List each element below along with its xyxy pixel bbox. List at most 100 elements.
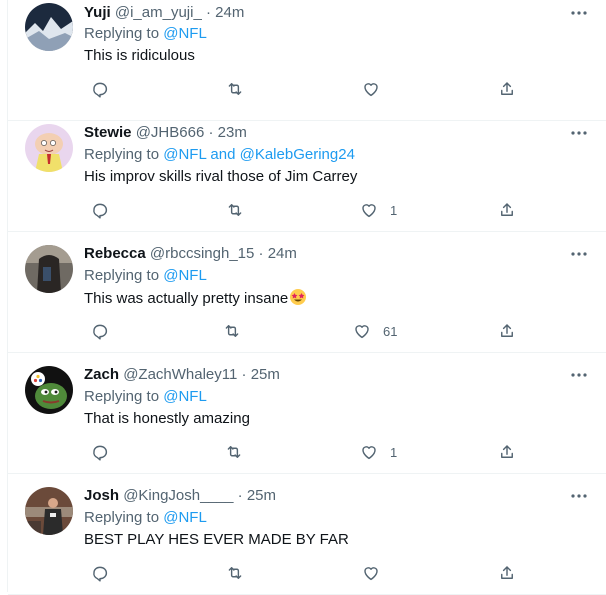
replying-to: Replying to @NFL and @KalebGering24 xyxy=(84,145,355,165)
more-icon[interactable] xyxy=(569,486,589,506)
like-count: 1 xyxy=(390,202,398,218)
avatar[interactable] xyxy=(25,245,73,293)
reply-icon xyxy=(93,203,108,219)
like-button[interactable] xyxy=(362,79,392,99)
retweet-icon xyxy=(228,204,242,216)
reply-tweet[interactable]: Yuji @i_am_yuji_ · 24m Replying to @NFL … xyxy=(8,0,606,121)
mention-link[interactable]: @NFL xyxy=(163,267,207,284)
reply-tweet[interactable]: Rebecca @rbccsingh_15 · 24m Replying to … xyxy=(8,232,606,353)
tweet-header: Yuji @i_am_yuji_ · 24m xyxy=(84,3,244,23)
star-struck-emoji-icon xyxy=(289,288,307,306)
like-count: 1 xyxy=(390,444,398,460)
avatar[interactable] xyxy=(25,366,73,414)
reply-button[interactable] xyxy=(91,200,109,220)
retweet-button[interactable] xyxy=(226,79,244,99)
share-button[interactable] xyxy=(498,200,516,220)
timestamp[interactable]: 24m xyxy=(268,245,297,262)
retweet-button[interactable] xyxy=(225,442,243,462)
user-handle[interactable]: @JHB666 xyxy=(136,124,205,141)
replying-to-label: Replying to xyxy=(84,146,160,163)
reply-icon xyxy=(93,324,108,340)
replying-to-label: Replying to xyxy=(84,25,160,42)
tweet-text: This is ridiculous xyxy=(84,47,195,64)
share-button[interactable] xyxy=(498,563,516,583)
share-icon xyxy=(501,82,513,95)
reply-button[interactable] xyxy=(91,563,109,583)
replying-to: Replying to @NFL xyxy=(84,24,207,44)
mention-link[interactable]: @NFL xyxy=(163,509,207,526)
share-icon xyxy=(501,203,513,216)
display-name[interactable]: Stewie xyxy=(84,124,132,141)
display-name[interactable]: Yuji xyxy=(84,4,111,21)
user-handle[interactable]: @KingJosh____ xyxy=(123,487,233,504)
share-icon xyxy=(501,324,513,337)
reply-button[interactable] xyxy=(91,442,109,462)
user-handle[interactable]: @i_am_yuji_ xyxy=(115,4,202,21)
retweet-button[interactable] xyxy=(226,563,244,583)
tweet-header: Stewie @JHB666 · 23m xyxy=(84,123,247,143)
user-handle[interactable]: @rbccsingh_15 xyxy=(150,245,254,262)
retweet-icon xyxy=(225,325,239,337)
reply-feed: Yuji @i_am_yuji_ · 24m Replying to @NFL … xyxy=(7,0,606,595)
reply-tweet[interactable]: Josh @KingJosh____ · 25m Replying to @NF… xyxy=(8,474,606,595)
share-icon xyxy=(501,566,513,579)
tweet-text: This was actually pretty insane xyxy=(84,290,289,307)
tweet-text: That is honestly amazing xyxy=(84,410,250,427)
separator-dot: · xyxy=(208,124,214,141)
tweet-header: Rebecca @rbccsingh_15 · 24m xyxy=(84,244,297,264)
share-button[interactable] xyxy=(498,79,516,99)
more-icon[interactable] xyxy=(569,3,589,23)
tweet-actions: 1 xyxy=(84,200,584,220)
timestamp[interactable]: 25m xyxy=(247,487,276,504)
like-icon xyxy=(355,325,369,339)
replying-to-label: Replying to xyxy=(84,267,160,284)
display-name[interactable]: Josh xyxy=(84,487,119,504)
tweet-actions xyxy=(84,79,584,99)
separator-dot: · xyxy=(205,4,211,21)
retweet-button[interactable] xyxy=(226,200,244,220)
like-button[interactable]: 1 xyxy=(360,200,397,220)
reply-tweet[interactable]: Zach @ZachWhaley11 · 25m Replying to @NF… xyxy=(8,353,606,474)
like-icon xyxy=(364,567,378,581)
reply-button[interactable] xyxy=(91,321,109,341)
timestamp[interactable]: 24m xyxy=(215,4,244,21)
like-icon xyxy=(364,83,378,97)
tweet-header: Zach @ZachWhaley11 · 25m xyxy=(84,365,280,385)
separator-dot: · xyxy=(258,245,264,262)
more-icon[interactable] xyxy=(569,365,589,385)
more-icon[interactable] xyxy=(569,123,589,143)
retweet-icon xyxy=(228,83,242,95)
replying-to: Replying to @NFL xyxy=(84,266,207,286)
reply-button[interactable] xyxy=(91,79,109,99)
reply-tweet[interactable]: Stewie @JHB666 · 23m Replying to @NFL an… xyxy=(8,111,606,232)
share-icon xyxy=(501,445,513,458)
display-name[interactable]: Rebecca xyxy=(84,245,146,262)
timestamp[interactable]: 23m xyxy=(218,124,247,141)
like-button[interactable]: 61 xyxy=(353,321,397,341)
user-handle[interactable]: @ZachWhaley11 xyxy=(123,366,237,383)
avatar[interactable] xyxy=(25,3,73,51)
like-icon xyxy=(362,204,376,218)
mention-link[interactable]: @NFL xyxy=(163,388,207,405)
reply-icon xyxy=(93,82,108,98)
avatar[interactable] xyxy=(25,487,73,535)
share-button[interactable] xyxy=(498,321,516,341)
like-button[interactable]: 1 xyxy=(360,442,397,462)
replying-to-label: Replying to xyxy=(84,388,160,405)
like-button[interactable] xyxy=(362,563,392,583)
retweet-button[interactable] xyxy=(223,321,241,341)
more-icon[interactable] xyxy=(569,244,589,264)
timestamp[interactable]: 25m xyxy=(251,366,280,383)
reply-icon xyxy=(93,445,108,461)
mention-link[interactable]: @KalebGering24 xyxy=(240,146,355,163)
display-name[interactable]: Zach xyxy=(84,366,119,383)
share-button[interactable] xyxy=(498,442,516,462)
tweet-actions xyxy=(84,563,584,583)
avatar[interactable] xyxy=(25,124,73,172)
separator-dot: · xyxy=(237,487,243,504)
tweet-actions: 1 xyxy=(84,442,584,462)
retweet-icon xyxy=(228,567,242,579)
mention-link[interactable]: @NFL xyxy=(163,25,207,42)
tweet-text-container: This was actually pretty insane xyxy=(84,288,307,309)
mention-link[interactable]: @NFL xyxy=(163,146,206,163)
